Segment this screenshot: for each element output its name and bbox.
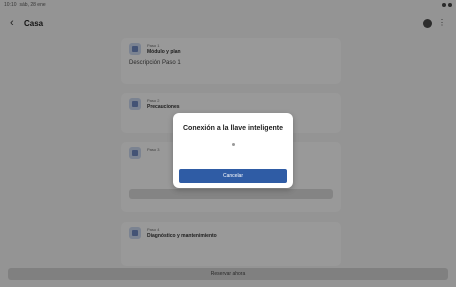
smart-key-connection-dialog: Conexión a la llave inteligente Cancelar (173, 113, 293, 188)
loading-spinner-icon (232, 143, 235, 146)
cancel-button[interactable]: Cancelar (179, 169, 287, 183)
dialog-title: Conexión a la llave inteligente (183, 125, 283, 132)
